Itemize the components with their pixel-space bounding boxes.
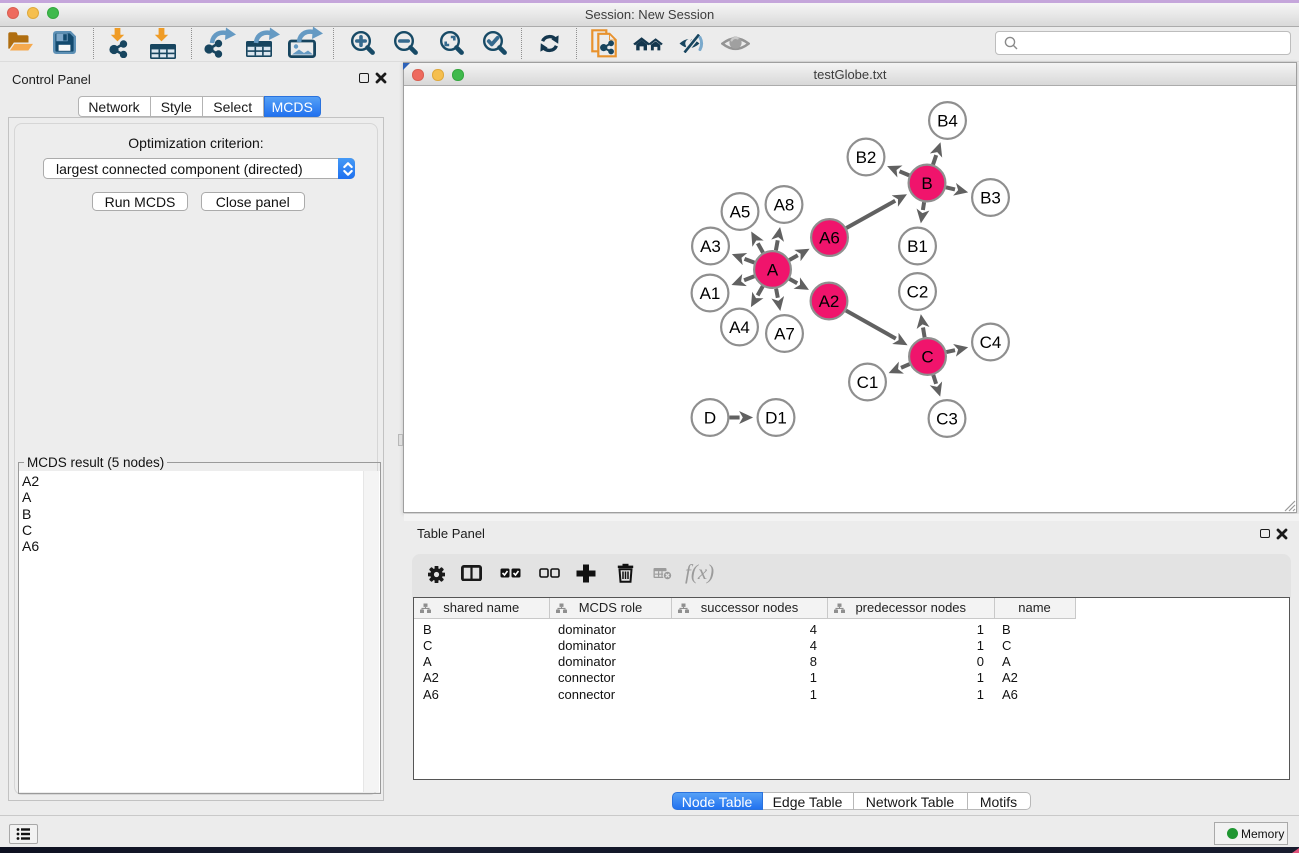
svg-text:C2: C2: [907, 282, 929, 301]
svg-text:A6: A6: [819, 228, 840, 247]
svg-text:B2: B2: [856, 148, 877, 167]
svg-text:B4: B4: [937, 111, 958, 130]
svg-text:A4: A4: [729, 318, 750, 337]
svg-text:D1: D1: [765, 408, 787, 427]
svg-text:A2: A2: [819, 292, 840, 311]
svg-text:A7: A7: [774, 324, 795, 343]
svg-text:B3: B3: [980, 188, 1001, 207]
svg-text:C: C: [921, 347, 933, 366]
svg-text:D: D: [704, 408, 716, 427]
svg-text:C4: C4: [980, 333, 1002, 352]
svg-text:B1: B1: [907, 237, 928, 256]
svg-text:C3: C3: [936, 409, 958, 428]
svg-text:C1: C1: [857, 373, 879, 392]
svg-text:A5: A5: [730, 202, 751, 221]
svg-text:A3: A3: [700, 237, 721, 256]
svg-text:B: B: [921, 174, 932, 193]
svg-text:A1: A1: [700, 284, 721, 303]
svg-text:A: A: [767, 260, 779, 279]
svg-text:A8: A8: [774, 195, 795, 214]
